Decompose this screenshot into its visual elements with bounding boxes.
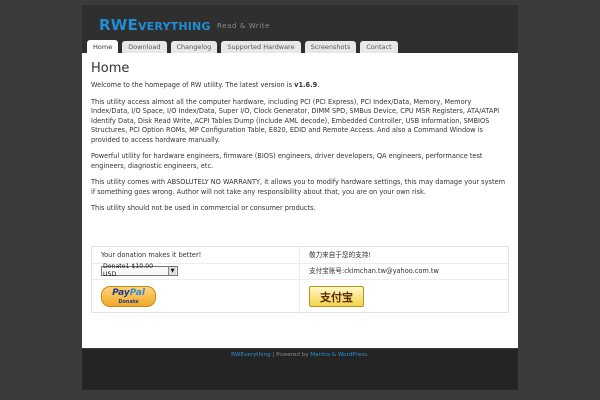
footer-theme-link[interactable]: Mantra & WordPress bbox=[310, 352, 367, 358]
site-title-small[interactable]: VERYTHING bbox=[138, 20, 211, 33]
paypal-donate-button[interactable]: PayPal Donate bbox=[101, 286, 156, 307]
donation-select-value: Donate1 $10.00 USD bbox=[103, 263, 154, 278]
donation-header-row: Your donation makes it better! 敬力来自于您的支持… bbox=[92, 247, 508, 264]
main-content: Home Welcome to the homepage of RW utili… bbox=[82, 53, 518, 348]
alipay-cell: 支付宝 bbox=[300, 280, 508, 314]
footer-text: RWEverything | Powered by Mantra & WordP… bbox=[82, 352, 518, 358]
donation-left-header: Your donation makes it better! bbox=[92, 247, 300, 263]
donation-button-row: PayPal Donate 支付宝 bbox=[92, 280, 508, 314]
paypal-logo-pal: Pal bbox=[129, 288, 145, 298]
paypal-logo-pay: Pay bbox=[112, 288, 130, 298]
warranty-paragraph: This utility comes with ABSOLUTELY NO WA… bbox=[91, 178, 506, 196]
donation-amount-select[interactable]: Donate1 $10.00 USD ▼ bbox=[101, 263, 178, 278]
intro-paragraph: Welcome to the homepage of RW utility. T… bbox=[91, 81, 509, 91]
donation-select-row: Donate1 $10.00 USD ▼ 支付宝账号:ckimchan.tw@y… bbox=[92, 263, 508, 280]
donation-select-cell: Donate1 $10.00 USD ▼ bbox=[92, 263, 300, 279]
nav-tab-home[interactable]: Home bbox=[87, 40, 119, 54]
features-paragraph: This utility access almost all the compu… bbox=[91, 97, 500, 144]
site-header: RWEVERYTHING Read & Write Home Download … bbox=[82, 5, 518, 54]
audience-paragraph: Powerful utility for hardware engineers,… bbox=[91, 152, 483, 170]
donation-right-header: 敬力来自于您的支持! bbox=[309, 251, 371, 259]
version-number: v1.6.9 bbox=[294, 81, 318, 89]
chevron-down-icon: ▼ bbox=[168, 267, 176, 275]
page-wrapper: RWEVERYTHING Read & Write Home Download … bbox=[82, 5, 518, 390]
donation-table: Your donation makes it better! 敬力来自于您的支持… bbox=[91, 246, 509, 314]
paypal-logo: PayPal bbox=[102, 287, 155, 299]
alipay-account: 支付宝账号:ckimchan.tw@yahoo.com.tw bbox=[309, 267, 439, 275]
site-title-main[interactable]: RWE bbox=[99, 16, 138, 34]
footer-powered-by: | Powered by bbox=[270, 352, 311, 358]
footer-divider bbox=[82, 348, 518, 349]
paypal-donate-label: Donate bbox=[118, 299, 139, 305]
paypal-cell: PayPal Donate bbox=[92, 280, 300, 314]
site-description: Read & Write bbox=[217, 22, 271, 30]
page-title: Home bbox=[91, 61, 130, 76]
alipay-button[interactable]: 支付宝 bbox=[309, 286, 364, 307]
site-title[interactable]: RWEVERYTHING bbox=[99, 16, 211, 34]
main-navigation: Home Download Changelog Supported Hardwa… bbox=[87, 40, 402, 54]
site-footer: RWEverything | Powered by Mantra & WordP… bbox=[82, 348, 518, 390]
intro-text: Welcome to the homepage of RW utility. T… bbox=[91, 81, 295, 89]
usage-paragraph: This utility should not be used in comme… bbox=[91, 204, 316, 212]
intro-end: . bbox=[317, 81, 320, 89]
footer-end: . bbox=[367, 352, 369, 358]
footer-site-link[interactable]: RWEverything bbox=[231, 352, 270, 358]
